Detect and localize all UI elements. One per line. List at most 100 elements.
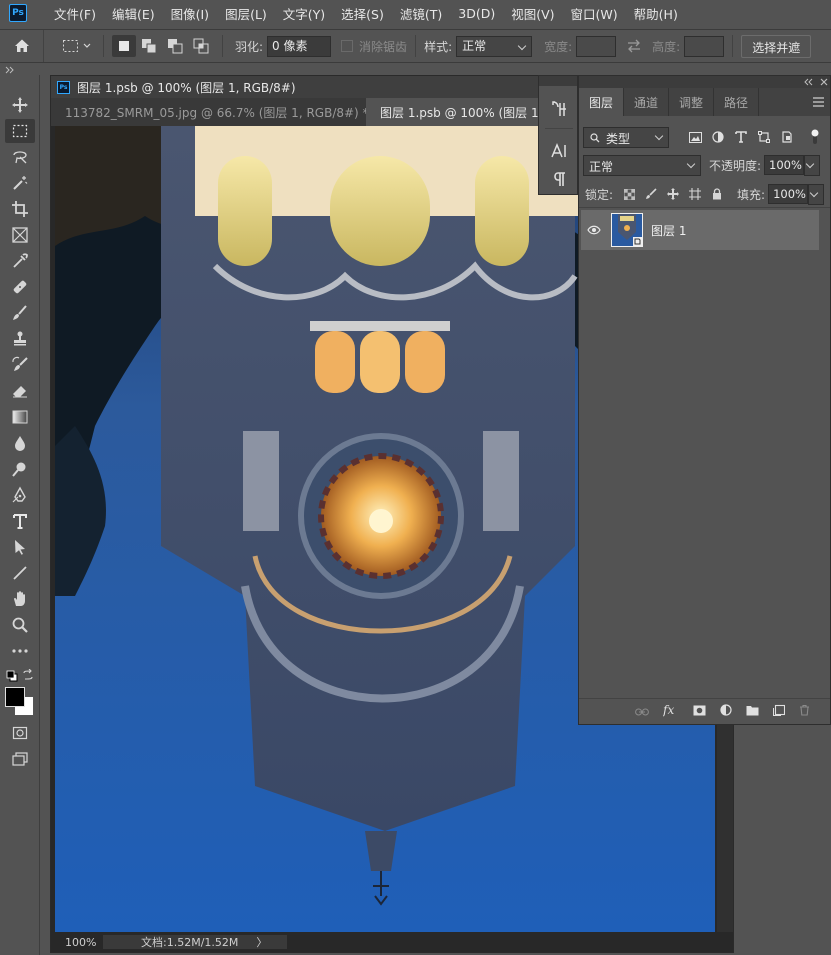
new-selection-button[interactable] — [112, 35, 136, 57]
layer-row[interactable]: 图层 1 — [581, 210, 819, 250]
menu-edit[interactable]: 编辑(E) — [104, 4, 163, 23]
width-input[interactable] — [576, 35, 617, 57]
feather-input[interactable]: 0 像素 — [267, 35, 332, 57]
layer-style-button[interactable]: fx — [662, 703, 679, 720]
zoom-tool[interactable] — [5, 613, 35, 637]
filter-shape-button[interactable] — [756, 129, 772, 145]
swap-colors-button[interactable] — [22, 668, 34, 681]
frame-tool[interactable] — [5, 223, 35, 247]
image-icon — [688, 131, 702, 143]
menu-window[interactable]: 窗口(W) — [563, 4, 626, 23]
healing-brush-tool[interactable] — [5, 275, 35, 299]
filter-type-button[interactable] — [733, 129, 749, 145]
brush-tool[interactable] — [5, 301, 35, 325]
default-colors-button[interactable] — [6, 670, 18, 682]
clone-stamp-tool[interactable] — [5, 327, 35, 351]
crop-tool[interactable] — [5, 197, 35, 221]
menu-select[interactable]: 选择(S) — [333, 4, 392, 23]
menu-help[interactable]: 帮助(H) — [626, 4, 686, 23]
marquee-preset-picker[interactable] — [59, 35, 95, 57]
new-layer-button[interactable] — [773, 704, 786, 719]
eyedropper-tool[interactable] — [5, 249, 35, 273]
lock-pixels-button[interactable] — [643, 186, 659, 202]
zoom-level[interactable]: 100% — [51, 936, 99, 949]
history-panel-button[interactable] — [548, 98, 570, 120]
lock-artboard-button[interactable] — [687, 186, 703, 202]
type-tool[interactable] — [5, 509, 35, 533]
marquee-tool[interactable] — [5, 119, 35, 143]
menu-layer[interactable]: 图层(L) — [217, 4, 275, 23]
tab-adjustments[interactable]: 调整 — [669, 88, 715, 116]
new-adjustment-layer-button[interactable] — [720, 704, 732, 719]
add-selection-button[interactable] — [136, 35, 162, 57]
select-and-mask-button[interactable]: 选择并遮 — [741, 34, 812, 58]
gradient-tool[interactable] — [5, 405, 35, 429]
fill-dropdown[interactable] — [808, 183, 825, 205]
screen-mode-button[interactable] — [5, 747, 35, 771]
move-tool[interactable] — [5, 93, 35, 117]
delete-layer-button[interactable] — [799, 704, 810, 719]
home-button[interactable] — [0, 30, 44, 62]
mask-icon — [693, 705, 706, 715]
hand-tool[interactable] — [5, 587, 35, 611]
blend-mode-select[interactable]: 正常 — [583, 154, 701, 176]
tab-channels[interactable]: 通道 — [624, 88, 670, 116]
path-selection-tool[interactable] — [5, 535, 35, 559]
menu-file[interactable]: 文件(F) — [46, 4, 104, 23]
menu-filter[interactable]: 滤镜(T) — [392, 4, 450, 23]
opacity-dropdown[interactable] — [804, 154, 821, 176]
menu-3d[interactable]: 3D(D) — [450, 6, 503, 21]
opacity-input[interactable]: 100% — [764, 155, 805, 175]
more-tools-button[interactable] — [5, 639, 35, 663]
menu-view[interactable]: 视图(V) — [503, 4, 562, 23]
eraser-tool[interactable] — [5, 379, 35, 403]
layer-thumbnail[interactable] — [611, 213, 643, 247]
filter-adjustment-button[interactable] — [710, 129, 726, 145]
dock-header[interactable] — [539, 76, 577, 86]
character-panel-button[interactable] — [548, 140, 570, 162]
paragraph-panel-button[interactable] — [548, 168, 570, 190]
link-layers-button[interactable] — [635, 705, 649, 719]
swap-dimensions-button[interactable] — [616, 35, 652, 57]
menu-type[interactable]: 文字(Y) — [275, 4, 333, 23]
lock-position-button[interactable] — [665, 186, 681, 202]
subtract-selection-button[interactable] — [162, 35, 188, 57]
tab-smrm-jpg[interactable]: 113782_SMRM_05.jpg @ 66.7% (图层 1, RGB/8#… — [51, 98, 387, 126]
lock-all-button[interactable] — [709, 186, 725, 202]
toolbar-collapse-strip[interactable] — [0, 65, 40, 75]
tab-paths[interactable]: 路径 — [714, 88, 760, 116]
document-info[interactable]: 文档:1.52M/1.52M 〉 — [103, 935, 287, 949]
filter-toggle-switch[interactable] — [807, 129, 823, 145]
antialias-checkbox[interactable] — [341, 40, 354, 52]
style-select[interactable]: 正常 — [456, 35, 533, 57]
lock-transparency-button[interactable] — [621, 186, 637, 202]
filter-smart-object-button[interactable] — [779, 129, 795, 145]
blur-tool[interactable] — [5, 431, 35, 455]
pen-tool[interactable] — [5, 483, 35, 507]
layer-name[interactable]: 图层 1 — [651, 222, 686, 239]
menu-image[interactable]: 图像(I) — [163, 4, 217, 23]
quick-mask-button[interactable] — [5, 721, 35, 745]
height-input[interactable] — [684, 35, 725, 57]
filter-kind-label: 类型 — [606, 131, 631, 146]
line-tool[interactable] — [5, 561, 35, 585]
history-brush-tool[interactable] — [5, 353, 35, 377]
tab-layers[interactable]: 图层 — [579, 88, 625, 116]
foreground-color-swatch[interactable] — [5, 687, 25, 707]
filter-pixel-button[interactable] — [687, 129, 703, 145]
new-group-button[interactable] — [746, 705, 759, 719]
panel-menu-button[interactable] — [813, 96, 824, 110]
feather-label: 羽化: — [235, 39, 264, 54]
add-mask-button[interactable] — [693, 705, 706, 719]
dodge-tool[interactable] — [5, 457, 35, 481]
status-menu-arrow[interactable]: 〉 — [256, 934, 267, 950]
lasso-tool[interactable] — [5, 145, 35, 169]
panel-header[interactable] — [579, 76, 830, 88]
magic-wand-tool[interactable] — [5, 171, 35, 195]
close-icon[interactable] — [820, 78, 828, 86]
fill-input[interactable]: 100% — [768, 184, 809, 204]
tab-layer1-psb[interactable]: 图层 1.psb @ 100% (图层 1, R × — [366, 98, 565, 126]
filter-kind-select[interactable]: 类型 — [583, 126, 669, 148]
intersect-selection-button[interactable] — [188, 35, 214, 57]
visibility-toggle[interactable] — [581, 225, 607, 235]
